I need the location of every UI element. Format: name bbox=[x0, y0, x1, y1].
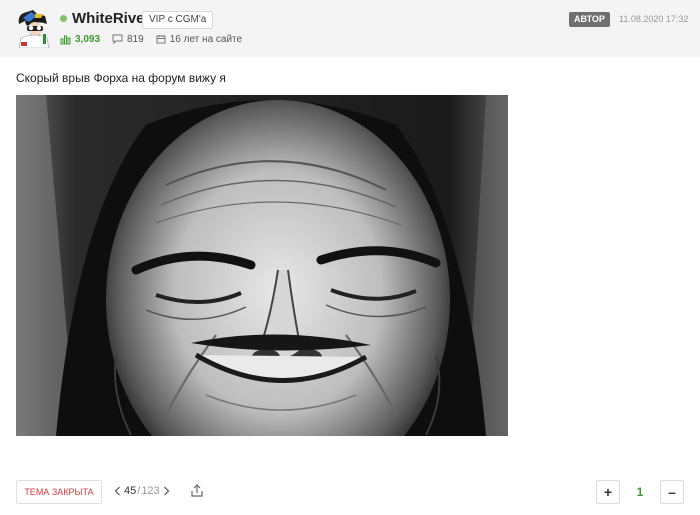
vip-badge: VIP с CGM'a bbox=[142, 11, 214, 29]
page-current: 45 bbox=[124, 485, 137, 497]
tenure-text: 16 лет на сайте bbox=[169, 33, 243, 45]
page-total: 123 bbox=[141, 485, 160, 497]
user-avatar[interactable] bbox=[13, 8, 53, 49]
author-comments: 819 bbox=[112, 34, 144, 45]
post-image[interactable] bbox=[16, 95, 508, 436]
author-stats: 3,093 819 16 лет на сайте bbox=[60, 32, 254, 46]
vote-down-button[interactable]: – bbox=[660, 480, 684, 504]
prev-page-button[interactable] bbox=[110, 483, 124, 499]
author-username[interactable]: WhiteRiver bbox=[72, 10, 150, 27]
chevron-left-icon bbox=[114, 486, 120, 496]
post-text: Скорый врыв Форха на форум вижу я bbox=[16, 71, 226, 85]
page-separator: / bbox=[137, 485, 141, 497]
post-date[interactable]: 11.08.2020 17:32 bbox=[619, 14, 688, 24]
topic-closed-button[interactable]: ТЕМА ЗАКРЫТА bbox=[16, 480, 102, 504]
author-rating: 3,093 bbox=[60, 34, 100, 45]
post-header: WhiteRiver VIP с CGM'a 3,093 819 16 лет … bbox=[0, 0, 700, 57]
chevron-right-icon bbox=[164, 486, 170, 496]
share-button[interactable] bbox=[190, 484, 204, 498]
calendar-icon bbox=[156, 35, 166, 44]
vote-count: 1 bbox=[636, 485, 644, 499]
rating-chart-icon bbox=[60, 35, 71, 44]
online-status-dot bbox=[60, 15, 67, 22]
author-tenure: 16 лет на сайте bbox=[156, 34, 242, 45]
post-pager: 45 / 123 bbox=[110, 483, 174, 499]
vote-up-button[interactable]: + bbox=[596, 480, 620, 504]
share-icon bbox=[191, 484, 203, 497]
rating-value: 3,093 bbox=[75, 33, 101, 45]
post-footer: ТЕМА ЗАКРЫТА 45 / 123 + 1 – bbox=[0, 478, 700, 506]
next-page-button[interactable] bbox=[160, 483, 174, 499]
comments-count: 819 bbox=[127, 33, 144, 45]
comment-icon bbox=[112, 34, 123, 44]
author-role-badge: АВТОР bbox=[569, 12, 610, 27]
